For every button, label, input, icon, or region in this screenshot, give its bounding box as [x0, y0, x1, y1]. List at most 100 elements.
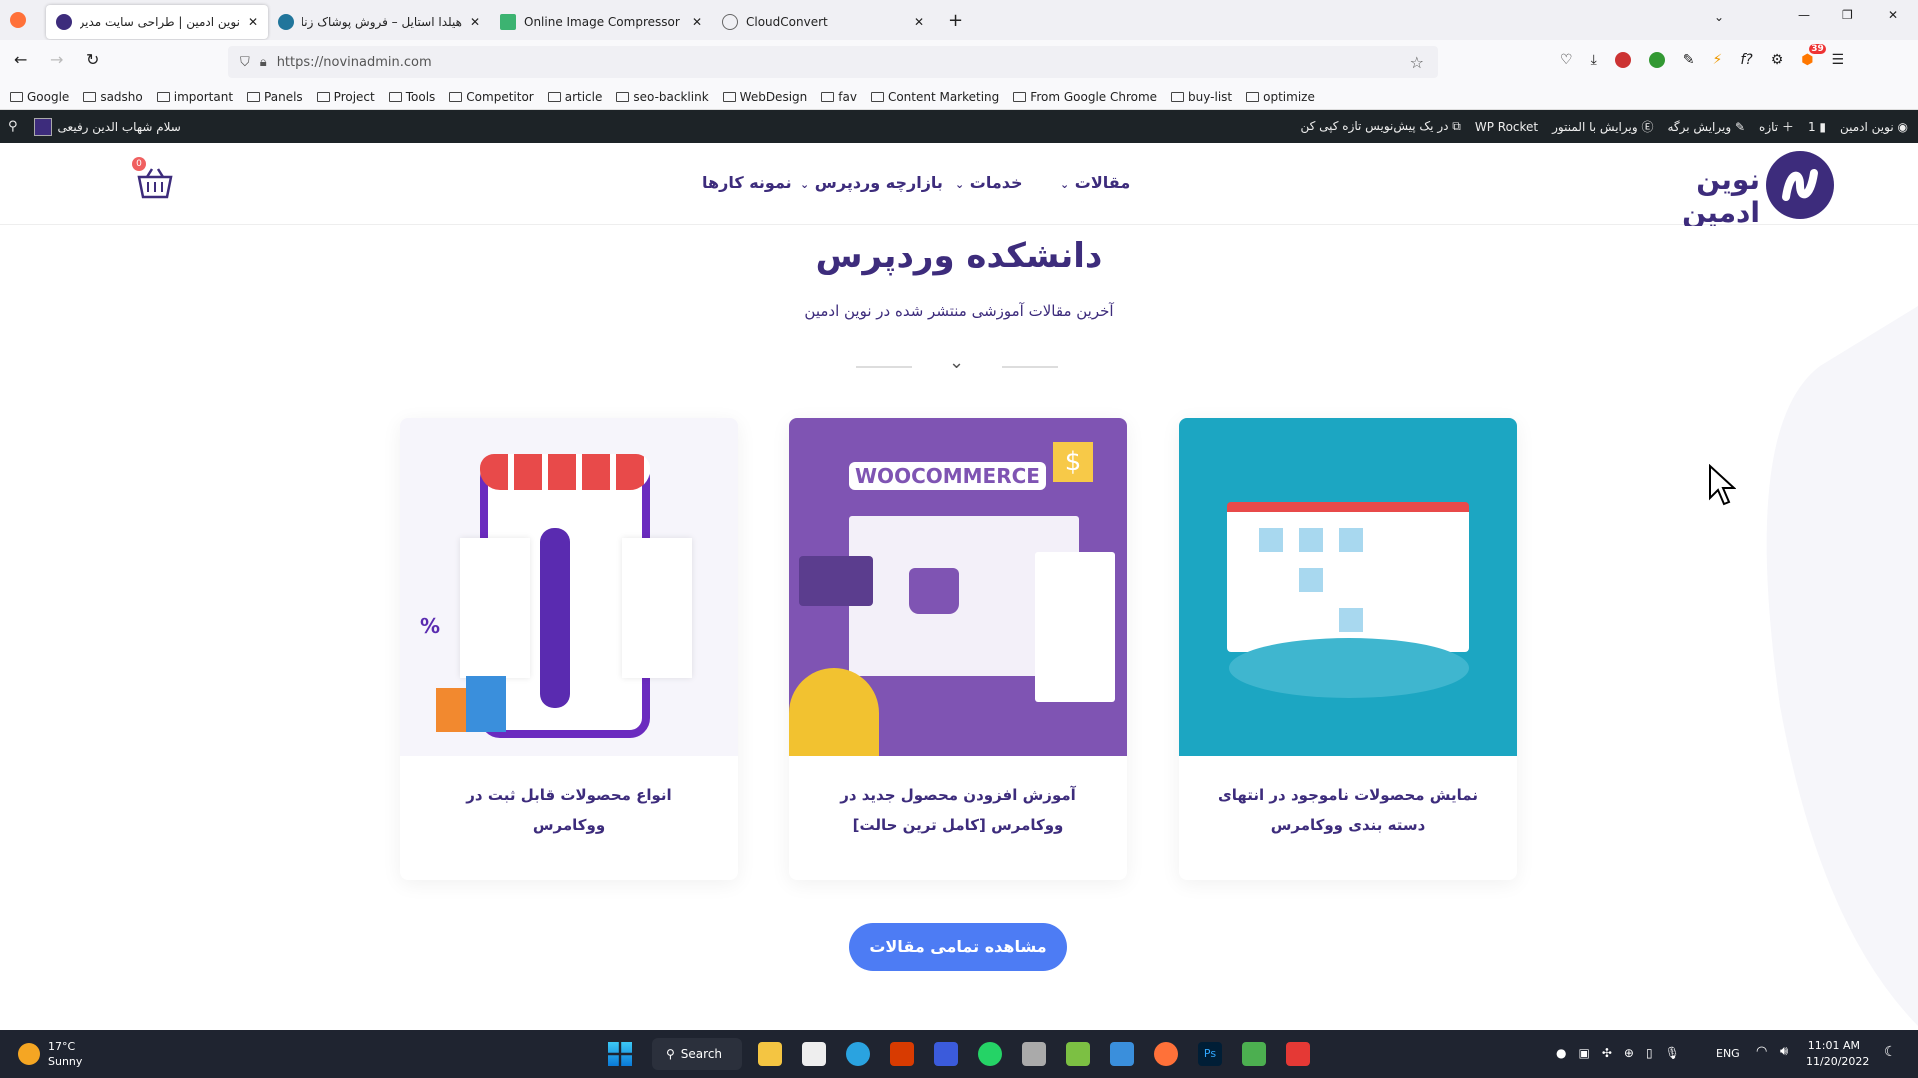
close-icon[interactable]: ✕ [470, 15, 480, 29]
weather-widget[interactable]: 17°C Sunny [48, 1039, 82, 1069]
tray-icon[interactable]: ▣ [1578, 1046, 1589, 1060]
calculator-icon[interactable] [1022, 1042, 1046, 1066]
bookmark-folder[interactable]: fav [821, 90, 857, 104]
minimize-button[interactable]: — [1798, 8, 1810, 22]
wifi-icon[interactable]: ◠ [1756, 1044, 1767, 1059]
app-icon[interactable] [1066, 1042, 1090, 1066]
tab-hilda[interactable]: هیلدا استایل – فروش پوشاک زنانه ✕ [268, 5, 490, 39]
extension-icon[interactable]: ⚡ [1713, 52, 1723, 68]
tray-icon[interactable]: ● [1556, 1046, 1566, 1060]
menu-wp-market[interactable]: بازارچه وردپرس ⌄ [800, 173, 943, 192]
volume-icon[interactable]: 🔊︎ [1780, 1044, 1788, 1059]
bookmark-folder[interactable]: From Google Chrome [1013, 90, 1157, 104]
extension-icon[interactable] [1614, 52, 1631, 68]
reload-icon[interactable]: ↻ [86, 50, 99, 69]
comments-link[interactable]: ▮ 1 [1808, 120, 1826, 134]
bookmark-folder[interactable]: buy-list [1171, 90, 1232, 104]
app-icon[interactable] [934, 1042, 958, 1066]
extension-icon[interactable]: ⬢ 39 [1801, 44, 1826, 68]
back-icon[interactable]: ← [14, 50, 27, 69]
start-icon[interactable] [608, 1042, 632, 1066]
bookmark-folder[interactable]: Google [10, 90, 69, 104]
tab-compressor[interactable]: Online Image Compressor ✕ [490, 5, 712, 39]
bookmark-folder[interactable]: sadsho [83, 90, 143, 104]
font-icon[interactable]: f? [1740, 52, 1752, 68]
store-icon[interactable] [758, 1042, 782, 1066]
usb-icon[interactable]: ▯ [1646, 1046, 1653, 1060]
language-indicator[interactable]: ENG [1716, 1047, 1740, 1060]
telegram-icon[interactable] [846, 1042, 870, 1066]
avatar[interactable] [33, 117, 52, 136]
extension-icon[interactable] [1648, 52, 1665, 68]
forward-icon[interactable]: → [50, 50, 63, 69]
view-all-articles-button[interactable]: مشاهده تمامی مقالات [849, 923, 1067, 971]
weather-icon[interactable] [18, 1043, 40, 1065]
dropbox-icon[interactable]: ✣ [1602, 1046, 1612, 1060]
photoshop-icon[interactable]: Ps [1198, 1042, 1222, 1066]
article-title[interactable]: نمایش محصولات ناموجود در انتهای دسته بند… [1179, 756, 1517, 840]
admin-site-link[interactable]: ◉ نوین ادمین [1840, 120, 1908, 134]
close-icon[interactable]: ✕ [692, 15, 702, 29]
copy-draft-link[interactable]: ⧉ در یک پیش‌نویس تازه کپی کن [1300, 119, 1460, 134]
article-image[interactable] [1179, 418, 1517, 756]
clock[interactable]: 11:01 AM 11/20/2022 [1806, 1038, 1869, 1070]
close-icon[interactable]: ✕ [248, 15, 258, 29]
tray-icon[interactable]: ⊕ [1624, 1046, 1634, 1060]
new-link[interactable]: ＋ تازه [1759, 118, 1794, 135]
edit-elementor-link[interactable]: Ⓔ ویرایش با المنتور [1552, 118, 1653, 135]
notifications-icon[interactable]: ☾ [1884, 1044, 1897, 1060]
office-icon[interactable] [890, 1042, 914, 1066]
download-icon[interactable]: ⤓ [1591, 52, 1597, 68]
bookmark-folder[interactable]: important [156, 90, 233, 104]
tab-list-icon[interactable]: ⌄ [1714, 10, 1724, 24]
article-image[interactable]: % [400, 418, 738, 756]
bookmark-folder[interactable]: article [547, 90, 602, 104]
address-bar[interactable]: ⛉ 🔒︎ https://novinadmin.com ☆ [228, 46, 1438, 78]
shield-icon[interactable]: ⛉ [240, 55, 250, 70]
tab-novinadmin[interactable]: نوین ادمین | طراحی سایت مدیر ✕ [46, 5, 268, 39]
camtasia-icon[interactable] [1242, 1042, 1266, 1066]
pocket-icon[interactable]: ♡ [1560, 52, 1573, 68]
bookmark-folder[interactable]: Competitor [449, 90, 534, 104]
article-title[interactable]: آموزش افزودن محصول جدید در ووکامرس [کامل… [789, 756, 1127, 840]
bookmark-folder[interactable]: Tools [388, 90, 435, 104]
bookmark-folder[interactable]: Project [316, 90, 375, 104]
url-text[interactable]: https://novinadmin.com [277, 55, 432, 70]
logo-icon[interactable] [1766, 151, 1834, 219]
tab-cloudconvert[interactable]: CloudConvert ✕ [712, 5, 934, 39]
bookmark-folder[interactable]: Panels [247, 90, 303, 104]
bookmark-folder[interactable]: optimize [1246, 90, 1315, 104]
todo-icon[interactable] [1110, 1042, 1134, 1066]
edit-page-link[interactable]: ✎ ویرایش برگه [1668, 120, 1746, 134]
article-title[interactable]: انواع محصولات قابل ثبت در ووکامرس [400, 756, 738, 840]
cart-button[interactable]: 0 [132, 157, 174, 204]
article-card[interactable]: % انواع محصولات قابل ثبت در ووکامرس [400, 418, 738, 880]
taskbar-search[interactable]: ⚲ Search [652, 1038, 742, 1070]
menu-services[interactable]: خدمات ⌄ [955, 173, 1023, 192]
menu-portfolio[interactable]: نمونه کارها [702, 173, 792, 192]
menu-articles[interactable]: مقالات ⌄ [1060, 173, 1130, 192]
article-image[interactable]: WOOCOMMERCE $ [789, 418, 1127, 756]
app-icon[interactable] [1286, 1042, 1310, 1066]
menu-icon[interactable]: ☰ [1832, 52, 1845, 68]
article-card[interactable]: نمایش محصولات ناموجود در انتهای دسته بند… [1179, 418, 1517, 880]
firefox-icon[interactable] [1154, 1042, 1178, 1066]
logo-text[interactable]: نوین ادمین [1620, 163, 1760, 229]
bookmark-folder[interactable]: seo-backlink [616, 90, 709, 104]
whatsapp-icon[interactable] [978, 1042, 1002, 1066]
gear-icon[interactable]: ⚙ [1771, 52, 1784, 68]
app-icon[interactable] [802, 1042, 826, 1066]
new-tab-button[interactable]: + [948, 10, 963, 31]
search-icon[interactable]: ⚲ [8, 119, 18, 134]
microphone-icon[interactable]: 🎙︎ [1665, 1046, 1680, 1060]
close-icon[interactable]: ✕ [914, 15, 924, 29]
bookmark-folder[interactable]: WebDesign [722, 90, 807, 104]
lock-icon[interactable]: 🔒︎ [260, 55, 267, 70]
bookmark-folder[interactable]: Content Marketing [870, 90, 999, 104]
wp-rocket-link[interactable]: WP Rocket [1475, 120, 1538, 134]
firefox-icon[interactable] [10, 12, 26, 28]
close-window-button[interactable]: ✕ [1888, 8, 1898, 22]
restore-button[interactable]: ❐ [1842, 8, 1853, 22]
article-card[interactable]: WOOCOMMERCE $ آموزش افزودن محصول جدید در… [789, 418, 1127, 880]
eyedropper-icon[interactable]: ✎ [1683, 52, 1695, 68]
